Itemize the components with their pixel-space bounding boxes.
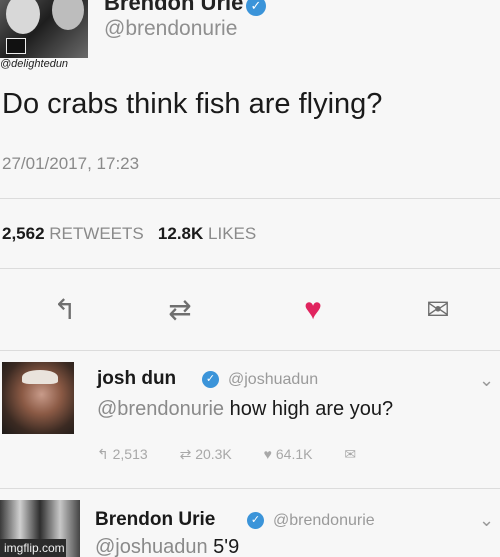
reply-mention[interactable]: @brendonurie xyxy=(97,398,224,420)
reply-text: @brendonurie how high are you? xyxy=(97,398,393,421)
avatar-hat xyxy=(22,370,58,384)
reply-author-name[interactable]: Brendon Urie xyxy=(95,509,215,531)
divider xyxy=(0,350,500,351)
reply-avatar[interactable] xyxy=(2,362,74,434)
divider xyxy=(0,488,500,489)
chevron-down-icon[interactable]: ⌄ xyxy=(479,510,494,531)
retweet-icon[interactable]: ⇄ xyxy=(160,293,200,326)
reply-arrow-icon[interactable]: ↰ xyxy=(45,293,85,326)
avatar-face-left xyxy=(6,0,40,34)
author-avatar[interactable] xyxy=(0,0,88,58)
tweet-timestamp: 27/01/2017, 17:23 xyxy=(2,154,140,173)
verified-badge-icon: ✓ xyxy=(202,371,219,388)
verified-badge-icon: ✓ xyxy=(246,0,266,16)
like-count: 64.1K xyxy=(275,446,313,462)
reply-text: @joshuadun 5'9 xyxy=(95,536,239,557)
divider xyxy=(0,198,500,199)
reply-actions: ↰ 2,513 ⇄ 20.3K ♥ 64.1K ✉ xyxy=(97,446,370,463)
author-name[interactable]: Brendon Urie xyxy=(104,0,243,16)
chevron-down-icon[interactable]: ⌄ xyxy=(479,370,494,391)
author-handle[interactable]: @brendonurie xyxy=(104,17,237,41)
reply-like-button[interactable]: ♥ 64.1K xyxy=(264,446,327,462)
retweets-label: RETWEETS xyxy=(49,224,144,243)
likes-count[interactable]: 12.8K xyxy=(158,224,203,243)
tweet-stats: 2,562 RETWEETS 12.8K LIKES xyxy=(2,224,256,244)
avatar-logo xyxy=(6,38,26,54)
divider xyxy=(0,268,500,269)
likes-label: LIKES xyxy=(208,224,257,243)
retweets-count[interactable]: 2,562 xyxy=(2,224,45,243)
reply-author-handle[interactable]: @brendonurie xyxy=(273,512,375,530)
avatar-credit: @delightedun xyxy=(0,58,69,70)
reply-retweet-button[interactable]: ⇄ 20.3K xyxy=(180,446,246,462)
heart-icon[interactable]: ♥ xyxy=(293,293,333,327)
reply-author-name[interactable]: josh dun xyxy=(97,368,176,390)
reply-body: how high are you? xyxy=(229,398,394,420)
reply-body: 5'9 xyxy=(213,536,240,557)
watermark: imgflip.com xyxy=(0,539,66,557)
envelope-icon[interactable]: ✉ xyxy=(344,446,356,462)
envelope-icon[interactable]: ✉ xyxy=(418,293,458,326)
tweet-text: Do crabs think fish are flying? xyxy=(2,88,383,120)
reply-author-handle[interactable]: @joshuadun xyxy=(228,371,318,389)
reply-reply-button[interactable]: ↰ 2,513 xyxy=(97,446,162,462)
avatar-face-right xyxy=(52,0,84,30)
verified-badge-icon: ✓ xyxy=(247,512,264,529)
retweet-count: 20.3K xyxy=(195,446,232,462)
reply-mention[interactable]: @joshuadun xyxy=(95,536,208,557)
reply-count: 2,513 xyxy=(112,446,148,462)
